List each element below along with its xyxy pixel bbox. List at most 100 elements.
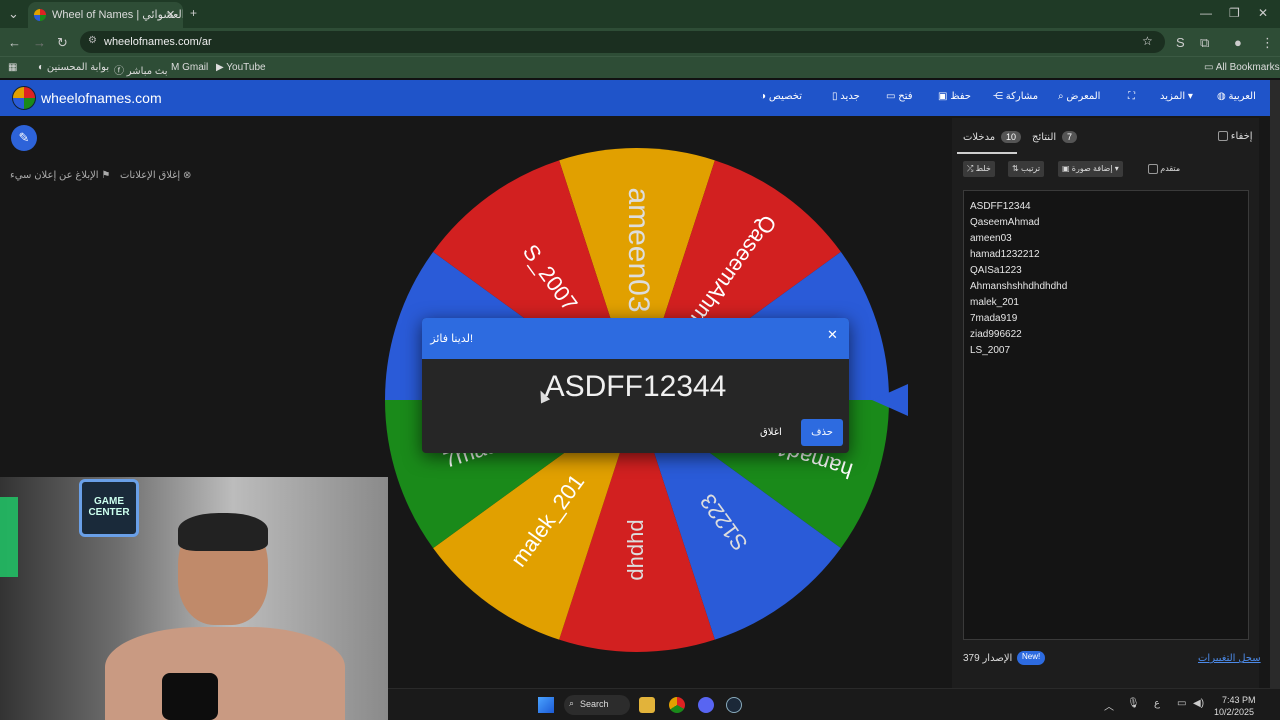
tab-strip: ⌄ Wheel of Names | العشوائي ✕ + — ❐ ✕ <box>0 0 1280 28</box>
network-icon[interactable]: ▭ <box>1177 698 1186 709</box>
taskbar-search[interactable]: ⌕ Search <box>564 695 630 715</box>
entries-panel: مدخلات 10 النتائج 7 إخفاء ⤮ خلط ⇅ ترتيب … <box>952 118 1261 688</box>
winner-dialog: لدينا فائز! ✕ ASDFF12344 اغلاق حذف <box>422 318 849 453</box>
all-bookmarks[interactable]: ▭ All Bookmarks <box>1204 62 1280 73</box>
extension-s-icon[interactable]: S <box>1176 35 1185 50</box>
chrome-icon[interactable] <box>669 697 685 713</box>
list-item: QAISa1223 <box>970 265 1022 276</box>
bookmarks-bar: ▦ ◐ بوابة المحسنين ⓕ بث مباشر M Gmail ▶ … <box>0 56 1280 78</box>
list-item: Ahmanshshhdhdhdhd <box>970 281 1068 292</box>
bookmark-item[interactable]: M Gmail <box>171 62 208 73</box>
page-scrollbar[interactable] <box>1270 80 1280 688</box>
report-ad-link[interactable]: الإبلاغ عن إعلان سيء ⚑ <box>10 170 110 181</box>
advanced-toggle[interactable]: متقدم <box>1148 164 1180 174</box>
list-item: LS_2007 <box>970 345 1011 356</box>
microphone-icon[interactable]: 🎙 <box>1127 698 1140 709</box>
address-bar[interactable]: ⚙ wheelofnames.com/ar ☆ <box>80 31 1165 53</box>
advanced-checkbox[interactable] <box>1148 164 1158 174</box>
new-tab-button[interactable]: + <box>190 6 197 20</box>
nav-more[interactable]: المزيد ▾ <box>1160 91 1193 102</box>
site-header: wheelofnames.com ◑ تخصيص ▯ جديد ▭ فتح ▣ … <box>0 80 1270 116</box>
microphone <box>162 673 218 720</box>
input-language[interactable]: ع <box>1154 698 1160 709</box>
clock-time[interactable]: 7:43 PM <box>1222 695 1256 705</box>
reload-icon[interactable]: ↻ <box>57 35 68 51</box>
tab-close-icon[interactable]: ✕ <box>166 8 175 21</box>
list-item: malek_201 <box>970 297 1019 308</box>
bookmark-star-icon[interactable]: ☆ <box>1142 34 1153 48</box>
person-body <box>105 627 345 720</box>
nav-gallery[interactable]: ⌕ المعرض <box>1058 91 1100 102</box>
edit-pencil-button[interactable]: ✎ <box>11 125 37 151</box>
changelog-link[interactable]: سجل التغييرات <box>1198 653 1261 664</box>
winner-name: ASDFF12344 <box>544 370 727 403</box>
back-icon[interactable]: ← <box>8 35 21 50</box>
hide-toggle[interactable]: إخفاء <box>1218 131 1253 142</box>
apps-icon[interactable]: ▦ <box>8 62 17 73</box>
wheel-favicon-icon <box>34 9 46 21</box>
windows-start-icon[interactable] <box>538 697 554 713</box>
green-light <box>0 497 18 577</box>
list-item: ziad996622 <box>970 329 1022 340</box>
tab-entries[interactable]: مدخلات 10 <box>963 131 1021 143</box>
tab-title: Wheel of Names | العشوائي <box>52 9 183 21</box>
logo-wheel-icon[interactable] <box>12 86 36 110</box>
tab-search-icon[interactable]: ⌄ <box>8 6 19 22</box>
forward-icon[interactable]: → <box>33 35 46 50</box>
url-text: wheelofnames.com/ar <box>104 36 212 48</box>
list-item: 7mada919 <box>970 313 1018 324</box>
wheel-label: dhdhd <box>623 519 648 580</box>
dialog-header: لدينا فائز! ✕ <box>422 318 849 359</box>
dialog-title: لدينا فائز! <box>430 333 473 345</box>
nav-open[interactable]: ▭ فتح <box>886 91 913 102</box>
tab-results[interactable]: النتائج 7 <box>1032 131 1077 143</box>
bookmark-item[interactable]: ▶ YouTube <box>216 62 266 73</box>
discord-icon[interactable] <box>698 697 714 713</box>
minimize-icon[interactable]: — <box>1200 6 1212 20</box>
nav-language[interactable]: ◍ العربية <box>1217 91 1256 102</box>
wheel-label: ameen03 <box>622 187 655 312</box>
profile-avatar[interactable]: ● <box>1234 35 1242 50</box>
list-item: QaseemAhmad <box>970 217 1040 228</box>
close-button[interactable]: اغلاق <box>760 427 782 438</box>
new-badge[interactable]: New! <box>1017 651 1046 665</box>
menu-icon[interactable]: ⋮ <box>1261 35 1274 51</box>
list-item: ASDFF12344 <box>970 201 1031 212</box>
fullscreen-icon[interactable]: ⛶ <box>1128 91 1135 102</box>
browser-toolbar: ← → ↻ ⚙ wheelofnames.com/ar ☆ S ⧉ ● ⋮ <box>0 28 1280 56</box>
remove-button[interactable]: حذف <box>801 419 843 446</box>
list-item: hamad1232212 <box>970 249 1040 260</box>
nav-share[interactable]: ⋲ مشاركة <box>993 91 1038 102</box>
clock-date[interactable]: 10/2/2025 <box>1214 707 1254 717</box>
steam-icon[interactable] <box>726 697 742 713</box>
game-center-sign: GAME CENTER <box>79 479 139 537</box>
close-window-icon[interactable]: ✕ <box>1258 6 1268 20</box>
search-icon: ⌕ <box>569 698 575 708</box>
nav-new[interactable]: ▯ جديد <box>832 91 860 102</box>
file-explorer-icon[interactable] <box>639 697 655 713</box>
hide-checkbox[interactable] <box>1218 131 1228 142</box>
close-icon[interactable]: ✕ <box>827 327 838 343</box>
bookmark-item[interactable]: ⓕ بث مباشر <box>114 62 167 77</box>
close-ads-link[interactable]: إغلاق الإعلانات ⊗ <box>120 170 191 181</box>
sort-button[interactable]: ⇅ ترتيب <box>1008 161 1045 177</box>
add-image-button[interactable]: ▣ إضافة صورة ▾ <box>1058 161 1123 177</box>
site-info-icon[interactable]: ⚙ <box>88 35 97 46</box>
extensions-icon[interactable]: ⧉ <box>1200 35 1209 51</box>
active-tab-indicator <box>957 152 1017 154</box>
person-hair <box>178 513 268 551</box>
shuffle-button[interactable]: ⤮ خلط <box>963 161 995 177</box>
browser-tab[interactable]: Wheel of Names | العشوائي ✕ <box>28 2 183 28</box>
brand-name[interactable]: wheelofnames.com <box>41 90 162 106</box>
taskbar: ⌕ Search ︿ 🎙 ع ▭ ◀) 7:43 PM 10/2/2025 <box>388 688 1280 720</box>
tray-chevron-icon[interactable]: ︿ <box>1104 698 1114 713</box>
volume-icon[interactable]: ◀) <box>1193 698 1204 709</box>
webcam-overlay: GAME CENTER <box>0 477 388 720</box>
restore-icon[interactable]: ❐ <box>1229 6 1240 20</box>
bookmark-item[interactable]: ◐ بوابة المحسنين <box>38 62 109 73</box>
entries-textarea[interactable]: ASDFF12344 QaseemAhmad ameen03 hamad1232… <box>963 190 1249 640</box>
nav-customize[interactable]: ◑ تخصيص <box>760 91 802 102</box>
nav-save[interactable]: ▣ حفظ <box>938 91 971 102</box>
wheel-pointer-icon <box>872 384 908 416</box>
list-item: ameen03 <box>970 233 1012 244</box>
